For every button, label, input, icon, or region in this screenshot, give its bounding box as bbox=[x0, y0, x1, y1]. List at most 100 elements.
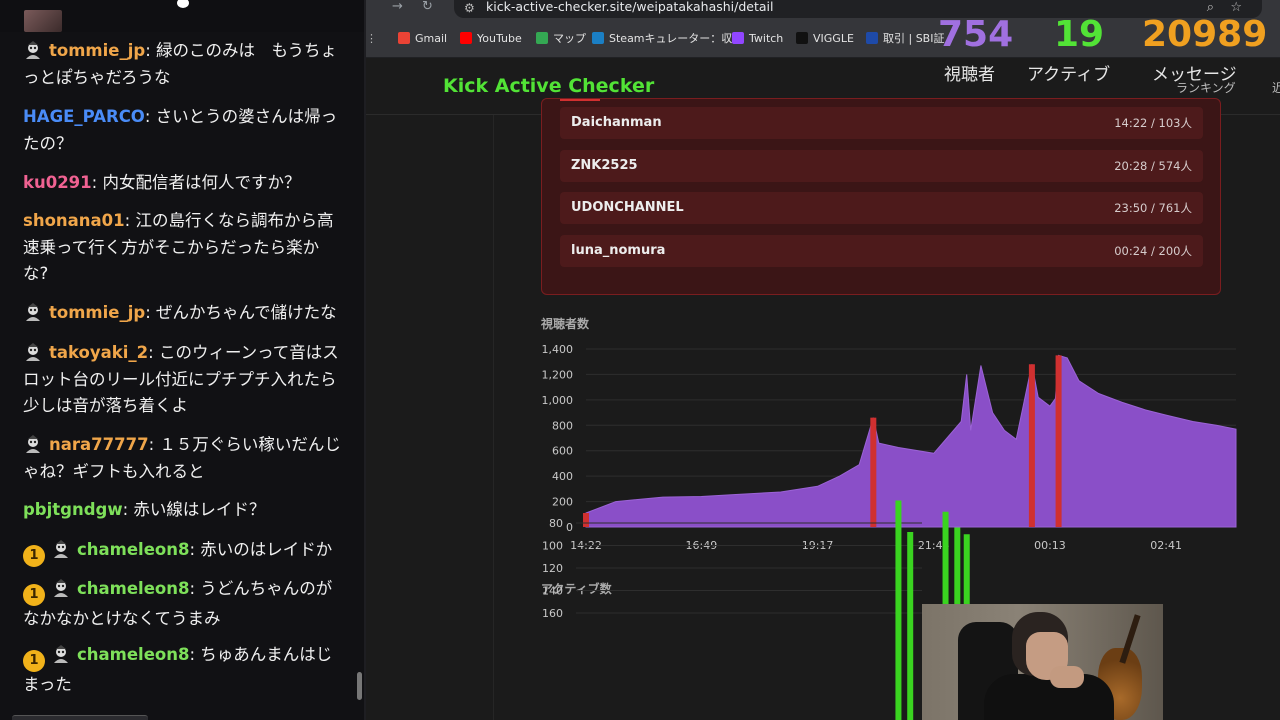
site-settings-icon[interactable]: ⚙ bbox=[464, 1, 475, 15]
y-tick-label: 600 bbox=[552, 445, 573, 458]
viewer-count-value: 754 bbox=[938, 14, 1014, 55]
sub-badge-icon[interactable]: 1 bbox=[23, 545, 45, 567]
chat-username[interactable]: chameleon8 bbox=[77, 579, 189, 598]
avatar-badge-icon[interactable] bbox=[23, 434, 43, 454]
streamer-avatar bbox=[24, 10, 62, 32]
raid-marker bbox=[583, 513, 589, 527]
y-tick-label: 800 bbox=[552, 419, 573, 432]
bookmark-label: 取引 | SBI証 bbox=[883, 32, 945, 45]
zoom-icon[interactable]: ⌕ bbox=[1207, 0, 1214, 15]
chat-message: ku0291: 内女配信者は何人ですか？ bbox=[23, 170, 341, 197]
y-tick-label: 120 bbox=[542, 562, 563, 575]
chat-message: 1 chameleon8: ちゅあんまんはじまった bbox=[23, 642, 341, 699]
ranking-link[interactable]: ランキング bbox=[1176, 79, 1236, 96]
webcam-overlay bbox=[922, 604, 1163, 720]
chat-username[interactable]: chameleon8 bbox=[77, 540, 189, 559]
x-tick-label: 02:41 bbox=[1150, 539, 1182, 552]
bookmark-gmail[interactable]: Gmail bbox=[398, 32, 447, 46]
y-tick-label: 1,400 bbox=[542, 343, 574, 356]
y-tick-label: 100 bbox=[542, 540, 563, 553]
chat-text: : ぜんかちゃんで儲けたな bbox=[145, 303, 337, 322]
y-tick-label: 160 bbox=[542, 607, 563, 620]
x-tick-label: 00:13 bbox=[1034, 539, 1066, 552]
message-count-value: 20989 bbox=[1142, 14, 1268, 55]
sbi-icon bbox=[866, 32, 878, 44]
chat-scrollbar[interactable] bbox=[357, 672, 362, 700]
chat-username[interactable]: tommie_jp bbox=[49, 303, 145, 322]
chat-text: : 赤い線はレイド？ bbox=[122, 500, 266, 519]
y-tick-label: 200 bbox=[552, 496, 573, 509]
chat-username[interactable]: nara77777 bbox=[49, 435, 149, 454]
chat-message: HAGE_PARCO: さいとうの婆さんは帰ったの？ bbox=[23, 104, 341, 157]
bookmark-label: Gmail bbox=[415, 32, 448, 45]
bookmark-steam[interactable]: Steamキュレーター：収... bbox=[592, 32, 743, 46]
chat-message: 1 chameleon8: 赤いのはレイドか bbox=[23, 537, 341, 567]
chat-message: tommie_jp: ぜんかちゃんで儲けたな bbox=[23, 300, 341, 327]
y-tick-label: 140 bbox=[542, 585, 563, 598]
apps-icon[interactable]: ⋮ bbox=[366, 32, 377, 46]
y-tick-label: 400 bbox=[552, 470, 573, 483]
chat-message: takoyaki_2: このウィーンって音はスロット台のリール付近にプチプチ入れ… bbox=[23, 340, 341, 420]
avatar-badge-icon[interactable] bbox=[23, 40, 43, 60]
chat-message: shonana01: 江の島行くなら調布から高速乗って行く方がそこからだったら楽… bbox=[23, 208, 341, 288]
truncated-nav-label[interactable]: 近 bbox=[1272, 79, 1280, 96]
chat-message: pbjtgndgw: 赤い線はレイド？ bbox=[23, 497, 341, 524]
url-text[interactable]: kick-active-checker.site/weipatakahashi/… bbox=[486, 0, 774, 14]
chat-username[interactable]: HAGE_PARCO bbox=[23, 107, 145, 126]
bookmark-twitch[interactable]: Twitch bbox=[732, 32, 783, 46]
raid-marker bbox=[1055, 355, 1062, 527]
gmail-icon bbox=[398, 32, 410, 44]
chat-message: 1 chameleon8: うどんちゃんのがなかなかとけなくてうまみ bbox=[23, 576, 341, 633]
bookmark-youtube[interactable]: YouTube bbox=[460, 32, 522, 46]
chat-username[interactable]: tommie_jp bbox=[49, 41, 145, 60]
chat-text: : 内女配信者は何人ですか？ bbox=[91, 173, 301, 192]
bookmark-star-icon[interactable]: ☆ bbox=[1230, 0, 1242, 15]
bookmark-label: Steamキュレーター：収... bbox=[609, 32, 743, 45]
y-tick-label: 1,200 bbox=[542, 368, 574, 381]
address-bar[interactable]: ⚙ kick-active-checker.site/weipatakahash… bbox=[454, 0, 1262, 18]
youtube-icon bbox=[460, 32, 472, 44]
chat-username[interactable]: shonana01 bbox=[23, 211, 125, 230]
chat-message: tommie_jp: 緑のこのみは もうちょっとぽちゃだろうな bbox=[23, 38, 341, 91]
chat-username[interactable]: chameleon8 bbox=[77, 645, 189, 664]
bookmark-viggle[interactable]: VIGGLE bbox=[796, 32, 854, 46]
bookmark-sbi[interactable]: 取引 | SBI証 bbox=[866, 32, 944, 46]
avatar-badge-icon[interactable] bbox=[23, 342, 43, 362]
bookmark-maps[interactable]: マップ bbox=[536, 32, 586, 46]
reload-icon[interactable]: ↻ bbox=[422, 0, 433, 14]
avatar-badge-icon[interactable] bbox=[51, 644, 71, 664]
chat-panel: tommie_jp: 緑のこのみは もうちょっとぽちゃだろうな HAGE_PARC… bbox=[0, 0, 364, 720]
sub-badge-icon[interactable]: 1 bbox=[23, 650, 45, 672]
y-tick-label: 0 bbox=[566, 521, 573, 534]
forward-icon[interactable]: → bbox=[392, 0, 403, 14]
y-tick-label: 1,000 bbox=[542, 394, 574, 407]
bookmark-label: Twitch bbox=[749, 32, 784, 45]
avatar-badge-icon[interactable] bbox=[51, 539, 71, 559]
cursor-dot bbox=[177, 0, 189, 8]
y-tick-label: 80 bbox=[549, 517, 563, 530]
bookmark-label: マップ bbox=[553, 32, 586, 45]
steam-icon bbox=[592, 32, 604, 44]
chat-username[interactable]: pbjtgndgw bbox=[23, 500, 123, 519]
avatar-badge-icon[interactable] bbox=[23, 302, 43, 322]
bookmark-label: YouTube bbox=[477, 32, 522, 45]
viewer-count-label: 視聴者 bbox=[944, 65, 995, 85]
chat-header bbox=[0, 0, 364, 32]
active-count-label: アクティブ bbox=[1027, 65, 1111, 85]
active-bar bbox=[895, 500, 902, 720]
avatar-badge-icon[interactable] bbox=[51, 578, 71, 598]
chat-input-edge[interactable] bbox=[12, 715, 148, 720]
streamer-body bbox=[984, 674, 1114, 720]
sub-badge-icon[interactable]: 1 bbox=[23, 584, 45, 606]
active-count-chart: 80 100 120 140 160 bbox=[542, 500, 970, 720]
bookmark-label: VIGGLE bbox=[813, 32, 854, 45]
viggle-icon bbox=[796, 32, 808, 44]
viewer-count-chart: 02004006008001,0001,2001,40014:22 16:49 19… bbox=[542, 343, 1237, 552]
twitch-icon bbox=[732, 32, 744, 44]
chat-username[interactable]: takoyaki_2 bbox=[49, 343, 148, 362]
active-count-value: 19 bbox=[1054, 14, 1105, 55]
chat-message: nara77777: １５万ぐらい稼いだんじゃね？ギフトも入れると bbox=[23, 432, 341, 485]
chat-username[interactable]: ku0291 bbox=[23, 173, 92, 192]
streamer-hand bbox=[1050, 666, 1084, 688]
raid-marker bbox=[870, 417, 877, 527]
